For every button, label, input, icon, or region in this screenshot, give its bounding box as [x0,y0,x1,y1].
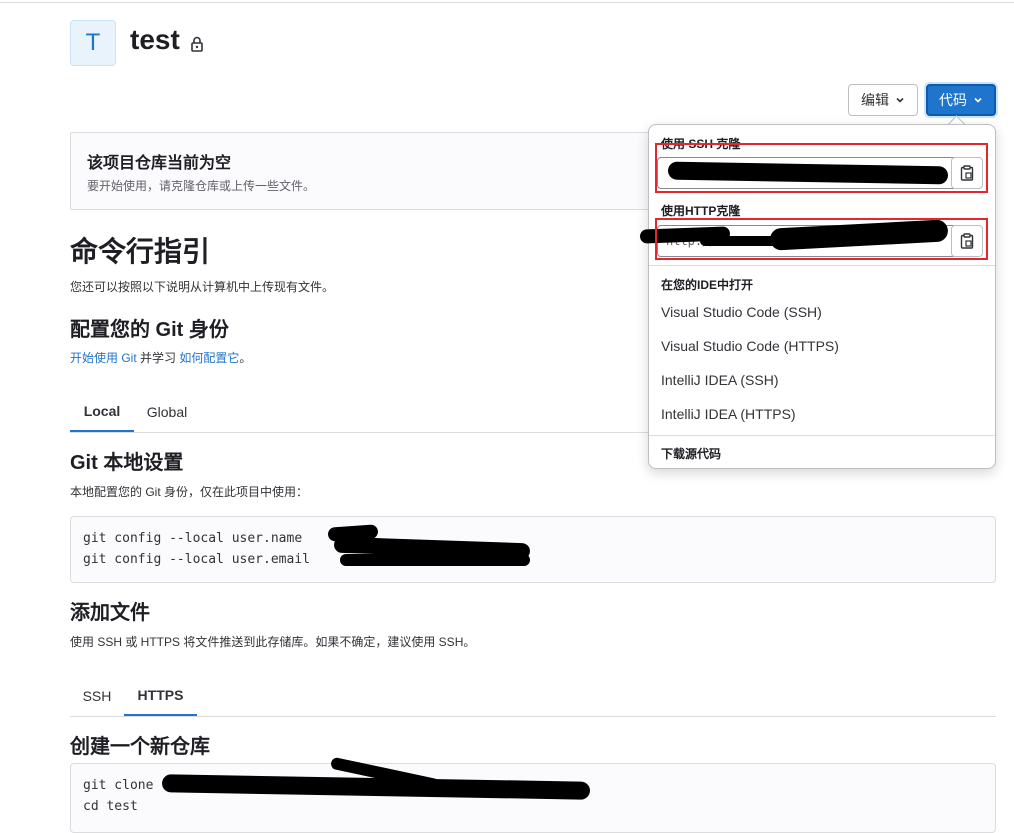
tab-local[interactable]: Local [70,392,134,432]
cli-heading: 命令行指引 [70,236,211,267]
edit-button[interactable]: 编辑 [848,84,918,116]
code-line: cd test [83,799,138,814]
download-source-code[interactable]: 下载源代码 [661,445,721,462]
add-files-desc: 使用 SSH 或 HTTPS 将文件推送到此存储库。如果不确定，建议使用 SSH… [70,635,476,649]
tab-ssh[interactable]: SSH [70,676,124,716]
empty-notice-subtitle: 要开始使用，请克隆仓库或上传一些文件。 [87,179,316,193]
tab-https[interactable]: HTTPS [124,676,197,716]
ide-heading: 在您的IDE中打开 [661,278,754,292]
new-repo-heading: 创建一个新仓库 [70,736,210,758]
protocol-tabs: SSH HTTPS [70,676,996,717]
identity-mid-text: 并学习 [136,351,180,365]
dropdown-divider [649,265,995,266]
chevron-down-icon [974,97,982,103]
empty-repo-notice: 该项目仓库当前为空 要开始使用，请克隆仓库或上传一些文件。 [70,132,650,210]
ssh-highlight-box [655,143,988,193]
local-settings-desc: 本地配置您的 Git 身份，仅在此项目中使用： [70,485,309,499]
ide-item-intellij-https[interactable]: IntelliJ IDEA (HTTPS) [661,406,796,422]
local-settings-heading: Git 本地设置 [70,452,184,474]
ide-item-vscode-https[interactable]: Visual Studio Code (HTTPS) [661,338,839,354]
http-clone-label: 使用HTTP克隆 [661,204,741,218]
add-files-heading: 添加文件 [70,602,150,624]
lock-icon [191,36,203,52]
how-to-configure-link[interactable]: 如何配置它 [179,351,239,365]
code-line: git config --local user.email [83,552,318,567]
edit-button-label: 编辑 [861,92,889,108]
top-divider [0,2,1014,3]
http-highlight-box [655,218,988,260]
chevron-down-icon [896,97,904,103]
code-button-label: 代码 [939,92,967,108]
code-button[interactable]: 代码 [926,84,996,116]
ide-item-intellij-ssh[interactable]: IntelliJ IDEA (SSH) [661,372,778,388]
avatar-letter: T [85,29,101,56]
identity-end-text: 。 [239,351,252,365]
empty-notice-title: 该项目仓库当前为空 [87,155,232,172]
code-line: git clone [83,778,162,793]
identity-line: 开始使用 Git 并学习 如何配置它。 [70,349,251,366]
local-config-code[interactable]: git config --local user.name git config … [70,516,996,583]
redaction-scribble [340,554,530,566]
project-avatar[interactable]: T [70,20,116,66]
code-line: git config --local user.name [83,531,310,546]
get-started-git-link[interactable]: 开始使用 Git [70,351,137,365]
dropdown-divider [649,435,995,436]
project-title: test [130,24,180,55]
identity-heading: 配置您的 Git 身份 [70,319,229,341]
cli-intro: 您还可以按照以下说明从计算机中上传现有文件。 [70,280,335,294]
ide-item-vscode-ssh[interactable]: Visual Studio Code (SSH) [661,304,822,320]
tab-global[interactable]: Global [140,392,194,432]
